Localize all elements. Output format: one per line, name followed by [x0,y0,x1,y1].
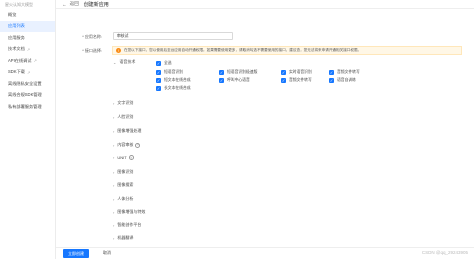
checkbox-item[interactable]: ✓ 短文本在线合成 [156,78,191,83]
chevron-right-icon: › [113,114,115,120]
chevron-right-icon: › [113,142,115,148]
checkbox-select-all[interactable]: ✓ 全选 [156,61,172,66]
chevron-right-icon: › [113,100,115,106]
group-ocr[interactable]: › 文字识别 [113,100,133,106]
chevron-right-icon: › [113,222,115,228]
app-name-label: * 应用名称: [82,34,102,39]
sidebar-brand: 星火认知大模型 [5,2,33,7]
checkbox-checked-icon: ✓ [156,86,161,91]
sidebar-item-docs[interactable]: 技术文档 ↗ [0,44,55,56]
create-button[interactable]: 立即创建 [63,249,89,258]
help-circle-icon[interactable]: ? [128,155,134,160]
back-link[interactable]: 返回 [70,1,79,7]
sidebar: 星火认知大模型 概览 应用列表 应用服务 技术文档 ↗ API在线调试 ↗ SDK下… [0,0,56,259]
checkbox-checked-icon: ✓ [329,78,334,83]
checkbox-checked-icon: ✓ [219,70,224,75]
notice-banner: ! 在您以下接口，您以使用后至台应用自动开通权限。如果需要使用更多，请取消勾选不… [112,46,462,55]
group-image-effects[interactable]: › 图像增强与特效 [113,209,145,215]
chevron-right-icon: › [113,182,115,188]
chevron-right-icon: › [113,155,115,160]
group-image-search[interactable]: › 图像搜索 [113,182,133,188]
notice-text: 在您以下接口，您以使用后至台应用自动开通权限。如果需要使用更多，请取消勾选不需要… [124,48,362,52]
external-link-icon: ↗ [26,46,31,52]
page-title: 创建新应用 [83,1,109,8]
checkbox-item[interactable]: ✓ 语音自训练 [329,78,356,83]
warning-icon: ! [116,48,121,53]
chevron-right-icon: › [113,209,115,215]
checkbox-checked-icon: ✓ [281,78,286,83]
chevron-right-icon: › [113,128,115,134]
help-circle-icon[interactable]: ? [135,142,141,148]
back-arrow-icon[interactable]: ← [62,2,67,7]
checkbox-checked-icon: ✓ [156,78,161,83]
sidebar-item-private-deploy[interactable]: 私有部署服务管理 [0,101,55,113]
sidebar-item-api-debug[interactable]: API在线调试 ↗ [0,55,55,67]
group-machine-translation[interactable]: › 机器翻译 [113,235,133,241]
checkbox-item[interactable]: ✓ 短语音识别 [156,70,183,75]
sidebar-item-sdk-download[interactable]: SDK下载 ↗ [0,67,55,79]
sidebar-item-offline-sdk[interactable]: 离线合规SDK管理 [0,90,55,102]
checkbox-item[interactable]: ✓ 呼叫中心语音 [219,78,250,83]
checkbox-item[interactable]: ✓ 短语音识别极速版 [219,70,257,75]
sidebar-item-app-service[interactable]: 应用服务 [0,32,55,44]
app-name-input[interactable]: 审核试 [113,32,233,40]
sidebar-item-privacy[interactable]: 离线隐私安全设置 [0,78,55,90]
checkbox-checked-icon: ✓ [156,61,161,66]
checkbox-checked-icon: ✓ [329,70,334,75]
chevron-right-icon: › [113,196,115,202]
page-header: ← 返回 创建新应用 [56,0,474,9]
checkbox-item[interactable]: ✓ 音频文件转写 [329,70,360,75]
group-speech[interactable]: ⌄ 语音技术 [113,59,135,65]
chevron-down-icon: ⌄ [113,59,117,65]
checkbox-checked-icon: ✓ [156,70,161,75]
external-link-icon: ↗ [33,58,37,64]
api-select-label: * 接口选择: [82,48,102,53]
sidebar-item-app-list[interactable]: 应用列表 [0,20,55,32]
checkbox-item[interactable]: ✓ 长文本在线合成 [156,86,191,91]
chevron-right-icon: › [113,235,115,241]
group-creation-platform[interactable]: › 智能创作平台 [113,222,141,228]
footer-bar [56,247,474,259]
group-image-process[interactable]: › 图像增强处理 [113,128,141,134]
checkbox-checked-icon: ✓ [219,78,224,83]
group-unit[interactable]: › UNIT? [113,155,134,160]
checkbox-checked-icon: ✓ [281,70,286,75]
group-content-audit[interactable]: › 内容审核? [113,142,141,148]
group-face[interactable]: › 人脸识别 [113,114,133,120]
checkbox-item[interactable]: ✓ 实时语音识别 [281,70,312,75]
checkbox-item[interactable]: ✓ 音频文件转写 [281,78,312,83]
group-body-analysis[interactable]: › 人体分析 [113,196,133,202]
group-image-recognition[interactable]: › 图像识别 [113,169,133,175]
watermark-text: CSDN @qq_29243905 [421,250,468,255]
chevron-right-icon: › [113,169,115,175]
sidebar-item-overview[interactable]: 概览 [0,9,55,21]
external-link-icon: ↗ [27,69,31,75]
cancel-button[interactable]: 取消 [103,250,111,256]
